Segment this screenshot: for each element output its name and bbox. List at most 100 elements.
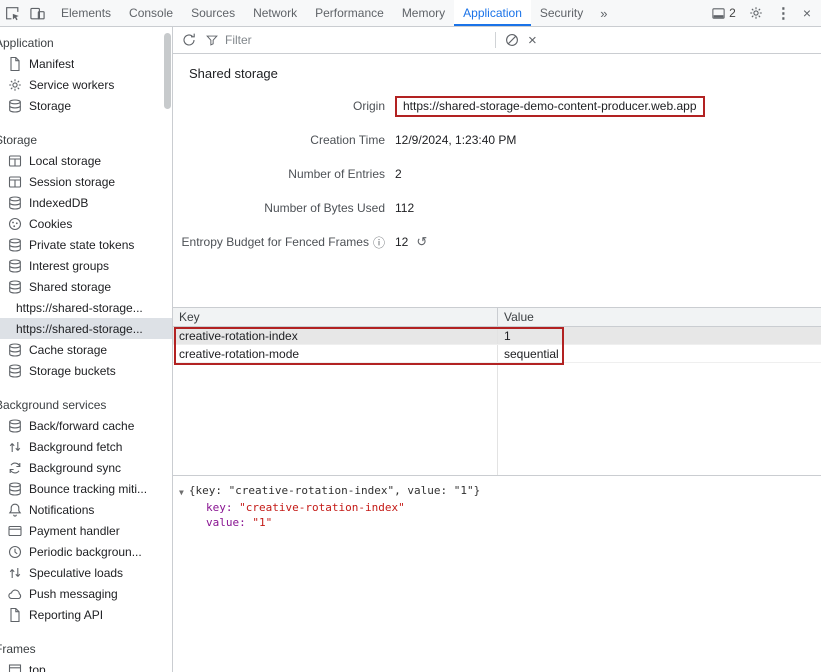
devtools-tabbar: Elements Console Sources Network Perform… [0, 0, 821, 27]
delete-all-icon[interactable] [504, 32, 520, 48]
sidebar-item-background-sync[interactable]: Background sync [0, 457, 172, 478]
sidebar-section-application: Application [0, 33, 172, 53]
up-down-arrows-icon [7, 439, 23, 455]
sidebar-item-storage-buckets[interactable]: Storage buckets [0, 360, 172, 381]
data-grid-body: creative-rotation-index 1 creative-rotat… [173, 327, 821, 475]
drawer-badge-button[interactable]: 2 [711, 6, 736, 21]
field-value: 2 [385, 167, 402, 181]
tab-console[interactable]: Console [120, 0, 182, 26]
sidebar-item-push-messaging[interactable]: Push messaging [0, 583, 172, 604]
entry-preview-pane: ▼ {key: "creative-rotation-index", value… [173, 475, 821, 672]
sidebar-section-background-services: Background services [0, 395, 172, 415]
drawer-badge-count: 2 [729, 6, 736, 20]
sidebar-item-back-forward-cache[interactable]: Back/forward cache [0, 415, 172, 436]
preview-property: value: "1" [206, 515, 821, 530]
sync-icon [7, 460, 23, 476]
devtools-window: Elements Console Sources Network Perform… [0, 0, 821, 672]
origin-value: https://shared-storage-demo-content-prod… [403, 99, 697, 113]
field-label: Number of Bytes Used [173, 201, 385, 215]
overflow-menu-icon[interactable]: ⋮ [776, 6, 791, 21]
sidebar-item-top-frame[interactable]: top [0, 659, 172, 672]
data-grid-header: Key Value [173, 308, 821, 327]
sidebar-item-storage[interactable]: Storage [0, 95, 172, 116]
service-worker-icon [7, 77, 23, 93]
sidebar-item-interest-groups[interactable]: Interest groups [0, 255, 172, 276]
bell-icon [7, 502, 23, 518]
settings-gear-icon[interactable] [748, 5, 764, 21]
field-row-origin: Origin https://shared-storage-demo-conte… [173, 89, 821, 123]
tabbar-left-icons [0, 0, 52, 26]
disclosure-triangle-icon[interactable]: ▼ [179, 483, 184, 500]
sidebar-section-storage: Storage [0, 130, 172, 150]
cookie-icon [7, 216, 23, 232]
field-row-creation-time: Creation Time 12/9/2024, 1:23:40 PM [173, 123, 821, 157]
tab-sources[interactable]: Sources [182, 0, 244, 26]
more-tabs-button[interactable]: » [592, 0, 615, 26]
sidebar-scrollbar[interactable] [164, 33, 171, 109]
tab-performance[interactable]: Performance [306, 0, 393, 26]
refresh-icon[interactable] [181, 32, 197, 48]
field-value: https://shared-storage-demo-content-prod… [385, 99, 705, 114]
sidebar-item-private-state-tokens[interactable]: Private state tokens [0, 234, 172, 255]
sidebar-item-reporting-api[interactable]: Reporting API [0, 604, 172, 625]
cloud-icon [7, 586, 23, 602]
toolbar-divider [495, 32, 496, 48]
database-icon [7, 418, 23, 434]
field-label: Origin [173, 99, 385, 113]
sidebar-item-bounce-tracking[interactable]: Bounce tracking miti... [0, 478, 172, 499]
field-row-entropy-budget: Entropy Budget for Fenced Frames ⓘ 12 ↺ [173, 225, 821, 259]
device-toolbar-icon[interactable] [29, 5, 46, 22]
devtools-content: Application Manifest Service workers Sto… [0, 27, 821, 672]
sidebar-item-indexeddb[interactable]: IndexedDB [0, 192, 172, 213]
sidebar-item-background-fetch[interactable]: Background fetch [0, 436, 172, 457]
preview-object-line: ▼ {key: "creative-rotation-index", value… [179, 483, 821, 500]
tab-network[interactable]: Network [244, 0, 306, 26]
object-summary: {key: "creative-rotation-index", value: … [189, 483, 480, 498]
field-value: 12/9/2024, 1:23:40 PM [385, 133, 516, 147]
reset-budget-icon[interactable]: ↺ [416, 234, 427, 250]
field-row-number-of-bytes: Number of Bytes Used 112 [173, 191, 821, 225]
tab-memory[interactable]: Memory [393, 0, 454, 26]
inspect-element-icon[interactable] [4, 5, 21, 22]
close-devtools-icon[interactable]: × [803, 6, 811, 20]
sidebar-item-speculative-loads[interactable]: Speculative loads [0, 562, 172, 583]
filter-input[interactable] [225, 33, 465, 47]
column-header-value[interactable]: Value [497, 308, 821, 326]
metadata-report: Origin https://shared-storage-demo-conte… [173, 89, 821, 259]
column-header-key[interactable]: Key [173, 308, 497, 326]
preview-property: key: "creative-rotation-index" [206, 500, 821, 515]
panel-tabs: Elements Console Sources Network Perform… [52, 0, 615, 26]
database-icon [7, 279, 23, 295]
info-icon[interactable]: ⓘ [373, 234, 385, 251]
tab-application[interactable]: Application [454, 0, 531, 26]
sidebar-item-periodic-background-sync[interactable]: Periodic backgroun... [0, 541, 172, 562]
table-row[interactable]: creative-rotation-index 1 [173, 327, 821, 345]
shared-storage-view: Shared storage Origin https://shared-sto… [173, 54, 821, 672]
sidebar-item-cookies[interactable]: Cookies [0, 213, 172, 234]
sidebar-item-shared-storage-origin-1[interactable]: https://shared-storage... [0, 297, 172, 318]
application-sidebar: Application Manifest Service workers Sto… [0, 27, 173, 672]
up-down-arrows-icon [7, 565, 23, 581]
delete-selected-icon[interactable]: × [528, 33, 537, 48]
sidebar-item-manifest[interactable]: Manifest [0, 53, 172, 74]
database-icon [7, 98, 23, 114]
field-value: 112 [385, 201, 414, 215]
filter-funnel-icon [205, 33, 219, 47]
sidebar-item-notifications[interactable]: Notifications [0, 499, 172, 520]
sidebar-item-session-storage[interactable]: Session storage [0, 171, 172, 192]
filter-box [205, 33, 487, 47]
tab-elements[interactable]: Elements [52, 0, 120, 26]
sidebar-item-service-workers[interactable]: Service workers [0, 74, 172, 95]
table-row[interactable]: creative-rotation-mode sequential [173, 345, 821, 363]
sidebar-section-frames: Frames [0, 639, 172, 659]
sidebar-item-cache-storage[interactable]: Cache storage [0, 339, 172, 360]
sidebar-item-payment-handler[interactable]: Payment handler [0, 520, 172, 541]
drawer-panel-icon [711, 6, 726, 21]
sidebar-item-local-storage[interactable]: Local storage [0, 150, 172, 171]
sidebar-item-shared-storage-origin-2[interactable]: https://shared-storage... [0, 318, 172, 339]
table-icon [7, 153, 23, 169]
row-key-cell: creative-rotation-index [173, 327, 497, 344]
tab-security[interactable]: Security [531, 0, 592, 26]
sidebar-item-shared-storage[interactable]: Shared storage [0, 276, 172, 297]
field-value: 12 ↺ [385, 234, 427, 250]
